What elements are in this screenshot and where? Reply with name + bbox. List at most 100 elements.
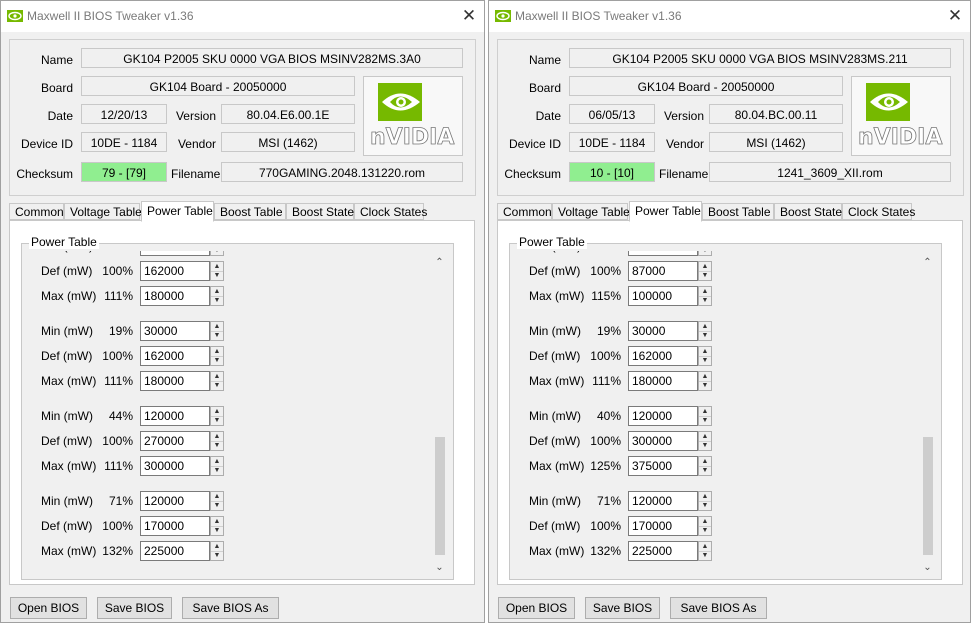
value-spinner[interactable]: ▲▼ [210,371,224,391]
save-bios-as-button[interactable]: Save BIOS As [182,597,279,619]
spin-down-icon[interactable]: ▼ [211,441,223,450]
value-spinner[interactable]: ▲▼ [698,371,712,391]
spin-down-icon[interactable]: ▼ [211,466,223,475]
value-spinner[interactable]: ▲▼ [698,456,712,476]
tab-clock-states[interactable]: Clock States [842,203,915,220]
name-field[interactable]: GK104 P2005 SKU 0000 VGA BIOS MSINV282MS… [81,48,463,68]
scroll-up-icon[interactable]: ⌃ [919,254,936,271]
vertical-scrollbar[interactable]: ⌃ ⌄ [431,254,448,576]
value-spinner[interactable]: ▲▼ [210,406,224,426]
power-value-input[interactable]: 120000 [140,491,210,511]
vendor-field[interactable]: MSI (1462) [221,132,355,152]
spin-down-icon[interactable]: ▼ [211,416,223,425]
spin-down-icon[interactable]: ▼ [699,381,711,390]
power-value-input[interactable]: 30000 [140,251,210,256]
scroll-up-icon[interactable]: ⌃ [431,254,448,271]
tab-boost-states[interactable]: Boost States [286,203,360,220]
spin-down-icon[interactable]: ▼ [699,251,711,255]
checksum-field[interactable]: 79 - [79] [81,162,167,182]
spin-down-icon[interactable]: ▼ [699,466,711,475]
title-bar[interactable]: Maxwell II BIOS Tweaker v1.36 ✕ [489,1,970,32]
value-spinner[interactable]: ▲▼ [210,456,224,476]
scroll-thumb[interactable] [435,437,445,555]
version-field[interactable]: 80.04.BC.00.11 [709,104,843,124]
power-value-input[interactable]: 120000 [628,491,698,511]
spin-down-icon[interactable]: ▼ [211,271,223,280]
power-table-scroll-area[interactable]: Min (mW)15%30000▲▼Def (mW)100%162000▲▼Ma… [23,251,428,578]
tab-boost-states[interactable]: Boost States [774,203,848,220]
value-spinner[interactable]: ▲▼ [698,321,712,341]
spin-down-icon[interactable]: ▼ [699,551,711,560]
close-button[interactable]: ✕ [454,1,484,32]
name-field[interactable]: GK104 P2005 SKU 0000 VGA BIOS MSINV283MS… [569,48,951,68]
spin-down-icon[interactable]: ▼ [211,356,223,365]
device-id-field[interactable]: 10DE - 1184 [81,132,167,152]
tab-boost-table[interactable]: Boost Table [702,203,774,220]
save-bios-as-button[interactable]: Save BIOS As [670,597,767,619]
power-value-input[interactable]: 300000 [140,456,210,476]
date-field[interactable]: 06/05/13 [569,104,655,124]
scroll-down-icon[interactable]: ⌄ [919,559,936,576]
close-button[interactable]: ✕ [940,1,970,32]
tab-clock-states[interactable]: Clock States [354,203,427,220]
power-value-input[interactable]: 170000 [140,516,210,536]
device-id-field[interactable]: 10DE - 1184 [569,132,655,152]
value-spinner[interactable]: ▲▼ [210,431,224,451]
value-spinner[interactable]: ▲▼ [698,261,712,281]
value-spinner[interactable]: ▲▼ [698,541,712,561]
value-spinner[interactable]: ▲▼ [698,251,712,256]
value-spinner[interactable]: ▲▼ [210,491,224,511]
spin-down-icon[interactable]: ▼ [211,251,223,255]
power-value-input[interactable]: 30000 [140,321,210,341]
spin-down-icon[interactable]: ▼ [699,356,711,365]
tab-power-table[interactable]: Power Table [141,201,214,222]
power-value-input[interactable]: 170000 [628,516,698,536]
spin-down-icon[interactable]: ▼ [211,331,223,340]
value-spinner[interactable]: ▲▼ [210,321,224,341]
spin-down-icon[interactable]: ▼ [211,501,223,510]
value-spinner[interactable]: ▲▼ [698,431,712,451]
value-spinner[interactable]: ▲▼ [698,346,712,366]
power-value-input[interactable]: 162000 [140,261,210,281]
filename-field[interactable]: 770GAMING.2048.131220.rom [221,162,463,182]
power-value-input[interactable]: 120000 [628,406,698,426]
spin-down-icon[interactable]: ▼ [211,526,223,535]
scroll-thumb[interactable] [923,437,933,555]
power-value-input[interactable]: 100000 [628,286,698,306]
vertical-scrollbar[interactable]: ⌃ ⌄ [919,254,936,576]
spin-down-icon[interactable]: ▼ [699,501,711,510]
spin-down-icon[interactable]: ▼ [699,331,711,340]
board-field[interactable]: GK104 Board - 20050000 [569,76,843,96]
value-spinner[interactable]: ▲▼ [210,251,224,256]
spin-down-icon[interactable]: ▼ [211,296,223,305]
board-field[interactable]: GK104 Board - 20050000 [81,76,355,96]
value-spinner[interactable]: ▲▼ [210,286,224,306]
power-table-scroll-area[interactable]: Min (mW)34%30000▲▼Def (mW)100%87000▲▼Max… [511,251,916,578]
tab-boost-table[interactable]: Boost Table [214,203,286,220]
power-value-input[interactable]: 180000 [628,371,698,391]
power-value-input[interactable]: 270000 [140,431,210,451]
open-bios-button[interactable]: Open BIOS [498,597,575,619]
value-spinner[interactable]: ▲▼ [210,261,224,281]
spin-down-icon[interactable]: ▼ [699,526,711,535]
save-bios-button[interactable]: Save BIOS [97,597,172,619]
power-value-input[interactable]: 87000 [628,261,698,281]
value-spinner[interactable]: ▲▼ [210,346,224,366]
spin-down-icon[interactable]: ▼ [699,416,711,425]
power-value-input[interactable]: 180000 [140,286,210,306]
version-field[interactable]: 80.04.E6.00.1E [221,104,355,124]
open-bios-button[interactable]: Open BIOS [10,597,87,619]
save-bios-button[interactable]: Save BIOS [585,597,660,619]
value-spinner[interactable]: ▲▼ [210,516,224,536]
power-value-input[interactable]: 120000 [140,406,210,426]
tab-common[interactable]: Common [9,203,64,220]
power-value-input[interactable]: 30000 [628,321,698,341]
value-spinner[interactable]: ▲▼ [698,286,712,306]
date-field[interactable]: 12/20/13 [81,104,167,124]
value-spinner[interactable]: ▲▼ [698,491,712,511]
power-value-input[interactable]: 162000 [628,346,698,366]
spin-down-icon[interactable]: ▼ [699,296,711,305]
value-spinner[interactable]: ▲▼ [698,406,712,426]
spin-down-icon[interactable]: ▼ [699,271,711,280]
tab-voltage-table[interactable]: Voltage Table [64,203,142,220]
